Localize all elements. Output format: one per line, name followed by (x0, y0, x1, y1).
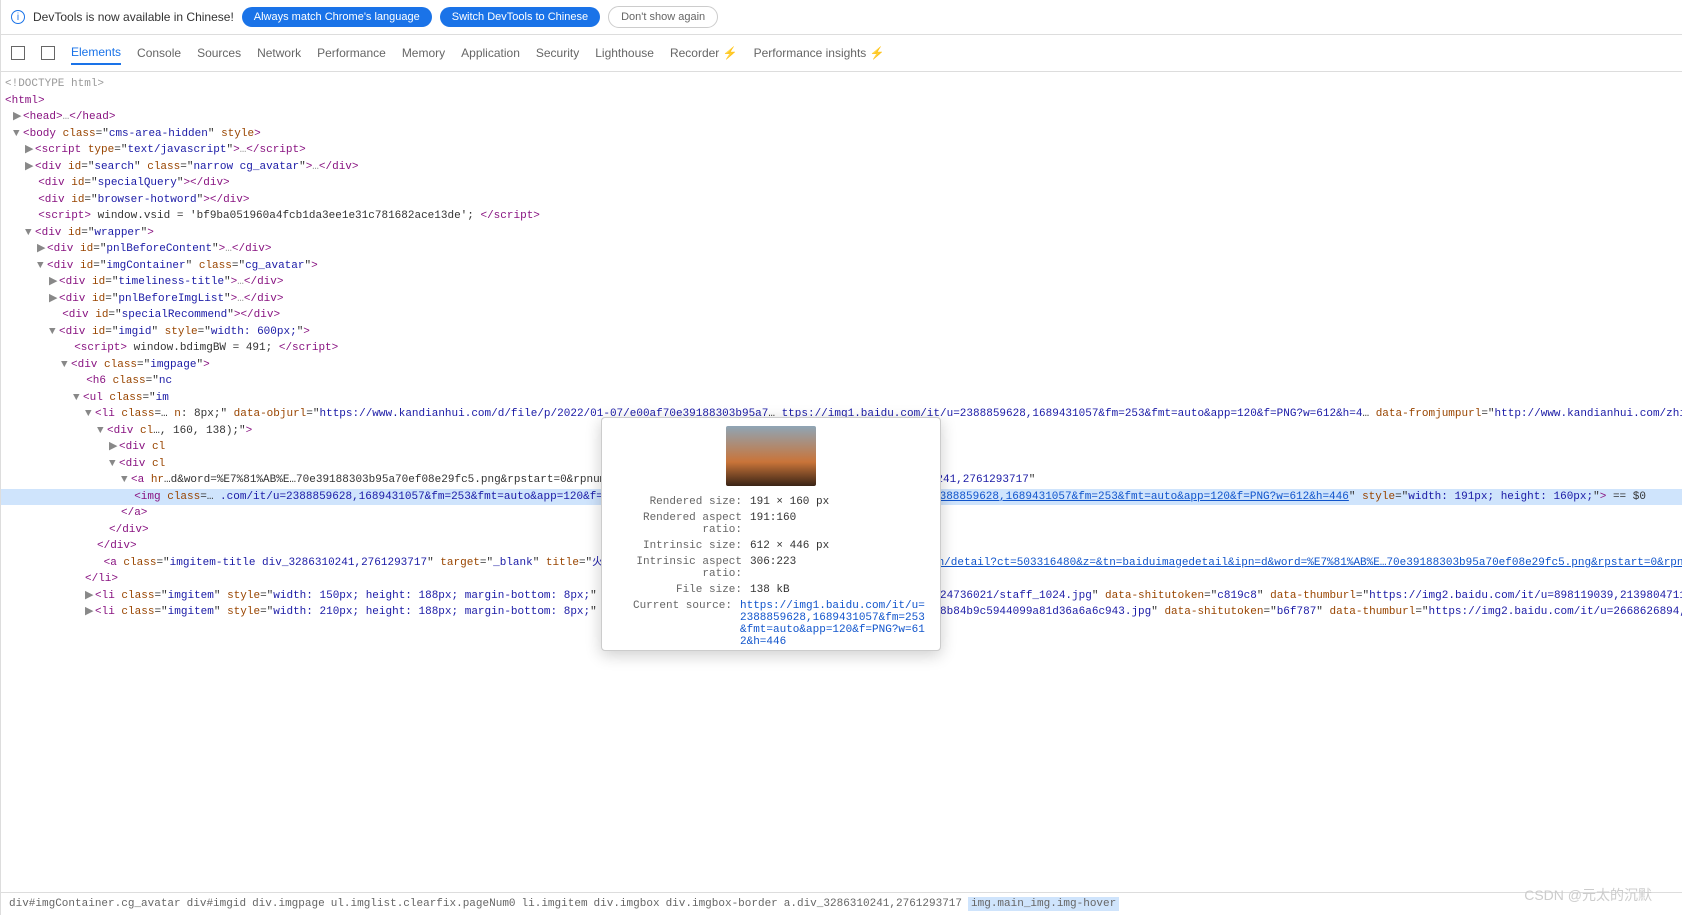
devtools-panel: i DevTools is now available in Chinese! … (0, 0, 1682, 915)
tab-memory[interactable]: Memory (402, 42, 445, 64)
dom-node[interactable]: ▶<div id="timeliness-title">…</div> (1, 274, 1682, 291)
info-icon: i (11, 10, 25, 24)
dom-node[interactable]: ▶<script type="text/javascript">…</scrip… (1, 142, 1682, 159)
dom-node[interactable]: ▼<div id="imgContainer" class="cg_avatar… (1, 258, 1682, 275)
dom-node[interactable]: ▼<ul class="im (1, 390, 1682, 407)
breadcrumb-item[interactable]: div#imgContainer.cg_avatar (9, 898, 181, 910)
breadcrumb-item[interactable]: div#imgid (187, 898, 246, 910)
dom-node[interactable]: <script> window.bdimgBW = 491; </script> (1, 340, 1682, 357)
tab-elements[interactable]: Elements (71, 41, 121, 65)
dom-node[interactable]: ▶<head>…</head> (1, 109, 1682, 126)
dont-show-button[interactable]: Don't show again (608, 6, 718, 28)
dom-node[interactable]: ▶<div id="pnlBeforeContent">…</div> (1, 241, 1682, 258)
tooltip-preview (726, 426, 816, 486)
breadcrumb-item[interactable]: a.div_3286310241,2761293717 (784, 898, 962, 910)
breadcrumb-item[interactable]: div.imgbox (594, 898, 660, 910)
tab-recorder[interactable]: Recorder ⚡ (670, 42, 738, 64)
dom-node[interactable]: ▼<div id="wrapper"> (1, 225, 1682, 242)
match-lang-button[interactable]: Always match Chrome's language (242, 7, 432, 27)
dom-node[interactable]: <h6 class="nc (1, 373, 1682, 390)
inspect-icon[interactable] (11, 46, 25, 60)
dom-node[interactable]: ▼<body class="cms-area-hidden" style> (1, 126, 1682, 143)
devtools-notice: i DevTools is now available in Chinese! … (1, 0, 1682, 35)
breadcrumb-item[interactable]: ul.imglist.clearfix.pageNum0 (331, 898, 516, 910)
dom-node[interactable]: ▼<div id="imgid" style="width: 600px;"> (1, 324, 1682, 341)
tab-perf-insights[interactable]: Performance insights ⚡ (754, 42, 885, 64)
dom-node[interactable]: <!DOCTYPE html> (1, 76, 1682, 93)
devtools-tabs: Elements Console Sources Network Perform… (1, 35, 1682, 72)
device-icon[interactable] (41, 46, 55, 60)
tab-application[interactable]: Application (461, 42, 520, 64)
breadcrumb-item[interactable]: img.main_img.img-hover (968, 897, 1119, 911)
tab-security[interactable]: Security (536, 42, 579, 64)
dom-node[interactable]: <div id="specialQuery"></div> (1, 175, 1682, 192)
breadcrumb-item[interactable]: div.imgbox-border (666, 898, 778, 910)
dom-node[interactable]: ▶<div id="search" class="narrow cg_avata… (1, 159, 1682, 176)
dom-node[interactable]: ▶<div id="pnlBeforeImgList">…</div> (1, 291, 1682, 308)
watermark: CSDN @元太的沉默 (1524, 885, 1652, 905)
breadcrumb-item[interactable]: div.imgpage (252, 898, 325, 910)
tab-performance[interactable]: Performance (317, 42, 386, 64)
dom-node[interactable]: ▼<div class="imgpage"> (1, 357, 1682, 374)
dom-node[interactable]: <div id="specialRecommend"></div> (1, 307, 1682, 324)
tab-sources[interactable]: Sources (197, 42, 241, 64)
breadcrumb-item[interactable]: li.imgitem (522, 898, 588, 910)
switch-lang-button[interactable]: Switch DevTools to Chinese (440, 7, 600, 27)
image-hover-tooltip: Rendered size:191 × 160 px Rendered aspe… (601, 417, 941, 651)
dom-node[interactable]: <script> window.vsid = 'bf9ba051960a4fcb… (1, 208, 1682, 225)
tab-console[interactable]: Console (137, 42, 181, 64)
tab-lighthouse[interactable]: Lighthouse (595, 42, 654, 64)
tab-network[interactable]: Network (257, 42, 301, 64)
dom-node[interactable]: <div id="browser-hotword"></div> (1, 192, 1682, 209)
notice-text: DevTools is now available in Chinese! (33, 10, 234, 24)
dom-node[interactable]: <html> (1, 93, 1682, 110)
dom-breadcrumb[interactable]: div#imgContainer.cg_avatar div#imgid div.i… (1, 892, 1682, 915)
